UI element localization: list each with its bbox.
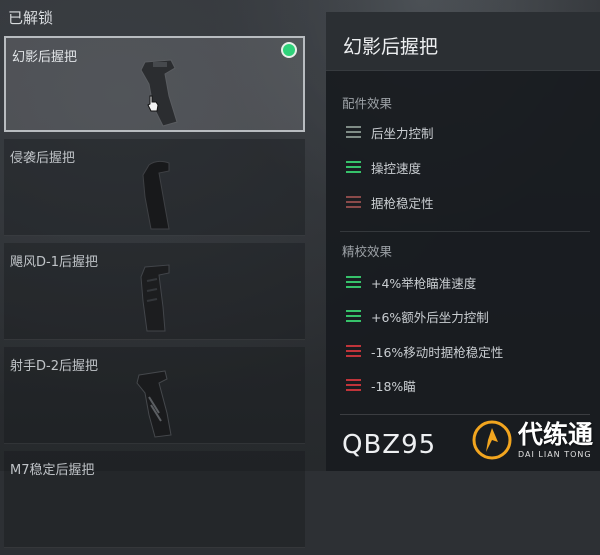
grip-image bbox=[140, 264, 170, 332]
stat-bars-icon bbox=[346, 126, 361, 138]
tuning-effect-recoil: +6%额外后坐力控制 bbox=[346, 308, 489, 325]
tuning-effects-label: 精校效果 bbox=[342, 244, 393, 259]
grip-card-name: 射手D-2后握把 bbox=[10, 359, 98, 374]
stat-bars-icon bbox=[346, 276, 361, 288]
grip-list: 幻影后握把 侵袭后握把 飓风D-1后握把 射手D-2后握把 M7稳定后握把 bbox=[4, 36, 305, 555]
watermark-en: DAI LIAN TONG bbox=[518, 449, 592, 459]
grip-image bbox=[136, 370, 172, 438]
section-title-unlocked: 已解锁 bbox=[8, 9, 54, 27]
stat-bars-icon bbox=[346, 379, 361, 391]
grip-card-name: 幻影后握把 bbox=[12, 50, 78, 65]
detail-title: 幻影后握把 bbox=[343, 36, 439, 58]
watermark: 代练通 DAI LIAN TONG bbox=[472, 411, 596, 469]
watermark-cn: 代练通 bbox=[518, 419, 594, 449]
attachment-effect-recoil: 后坐力控制 bbox=[346, 124, 434, 141]
equipped-indicator-icon bbox=[283, 44, 295, 56]
divider bbox=[340, 231, 590, 232]
attachment-effect-stability: 据枪稳定性 bbox=[346, 194, 434, 211]
weapon-model: QBZ95 bbox=[342, 430, 437, 460]
tuning-effect-move-stability: -16%移动时据枪稳定性 bbox=[346, 343, 503, 360]
grip-image bbox=[142, 160, 170, 230]
grip-card-hurricane-d1[interactable]: 飓风D-1后握把 bbox=[4, 243, 305, 340]
grip-card-m7-stable[interactable]: M7稳定后握把 bbox=[4, 451, 305, 548]
tuning-effect-aim: -18%瞄 bbox=[346, 377, 416, 394]
grip-card-name: M7稳定后握把 bbox=[10, 463, 95, 478]
stat-bars-icon bbox=[346, 161, 361, 173]
detail-panel: 幻影后握把 配件效果 后坐力控制 操控速度 据枪稳定性 精校效果 +4%举枪瞄准… bbox=[326, 12, 600, 471]
stat-bars-icon bbox=[346, 196, 361, 208]
stat-bars-icon bbox=[346, 310, 361, 322]
grip-card-phantom[interactable]: 幻影后握把 bbox=[4, 36, 305, 132]
grip-card-raid[interactable]: 侵袭后握把 bbox=[4, 139, 305, 236]
detail-header: 幻影后握把 bbox=[326, 12, 600, 71]
tuning-effect-ads-speed: +4%举枪瞄准速度 bbox=[346, 274, 476, 291]
attachment-effect-handling: 操控速度 bbox=[346, 159, 421, 176]
hand-cursor-icon bbox=[147, 95, 159, 112]
grip-card-name: 飓风D-1后握把 bbox=[10, 255, 98, 270]
stat-bars-icon bbox=[346, 345, 361, 357]
grip-card-name: 侵袭后握把 bbox=[10, 151, 76, 166]
grip-card-shooter-d2[interactable]: 射手D-2后握把 bbox=[4, 347, 305, 444]
attachment-effects-label: 配件效果 bbox=[342, 96, 393, 111]
watermark-logo-icon bbox=[472, 420, 512, 460]
grip-image bbox=[140, 59, 178, 127]
